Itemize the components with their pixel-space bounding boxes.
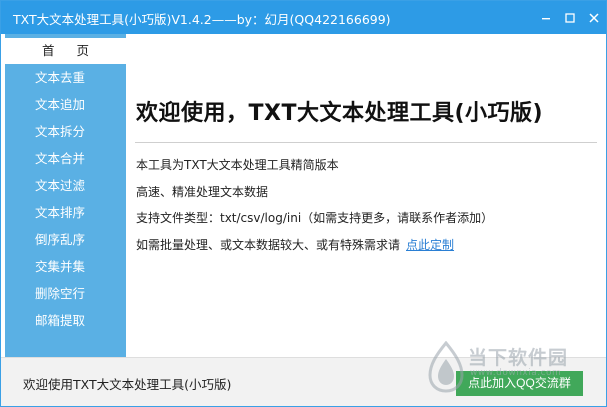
- sidebar-item-append[interactable]: 文本追加: [5, 91, 126, 118]
- sidebar-item-label: 文本追加: [35, 97, 86, 112]
- main-panel: 欢迎使用，TXT大文本处理工具(小巧版) 本工具为TXT大文本处理工具精简版本 …: [127, 34, 605, 357]
- custom-order-link[interactable]: 点此定制: [406, 238, 454, 252]
- minimize-icon: [542, 17, 550, 19]
- sidebar-item-label: 删除空行: [35, 286, 86, 301]
- sidebar-item-label: 邮箱提取: [35, 313, 86, 328]
- sidebar-item-home[interactable]: 首页: [5, 38, 126, 64]
- sidebar-item-label: 文本拆分: [35, 124, 86, 139]
- page-title: 欢迎使用，TXT大文本处理工具(小巧版): [136, 101, 544, 126]
- sidebar-item-label: 文本过滤: [35, 178, 86, 193]
- sidebar-item-dedupe[interactable]: 文本去重: [5, 64, 126, 91]
- custom-request-text: 如需批量处理、或文本数据较大、或有特殊需求请: [136, 238, 401, 252]
- sidebar-item-merge[interactable]: 文本合并: [5, 145, 126, 172]
- maximize-button[interactable]: [557, 1, 583, 34]
- sidebar-item-split[interactable]: 文本拆分: [5, 118, 126, 145]
- description-line: 支持文件类型：txt/csv/log/ini（如需支持更多，请联系作者添加）: [136, 211, 494, 225]
- maximize-icon: [565, 12, 575, 23]
- sidebar-item-label: 倒序乱序: [35, 232, 86, 247]
- description-line: 如需批量处理、或文本数据较大、或有特殊需求请 点此定制: [136, 236, 454, 253]
- join-qq-group-button[interactable]: 点此加入QQ交流群: [456, 371, 583, 396]
- app-window: TXT大文本处理工具(小巧版)V1.4.2——by：幻月(QQ422166699…: [0, 0, 607, 407]
- description-line: 本工具为TXT大文本处理工具精简版本: [136, 158, 339, 172]
- title-bar[interactable]: TXT大文本处理工具(小巧版)V1.4.2——by：幻月(QQ422166699…: [1, 1, 606, 34]
- sidebar-item-label: 文本合并: [35, 151, 86, 166]
- status-text: 欢迎使用TXT大文本处理工具(小巧版): [23, 377, 232, 392]
- description-line: 高速、精准处理文本数据: [136, 185, 269, 199]
- window-title: TXT大文本处理工具(小巧版)V1.4.2——by：幻月(QQ422166699…: [13, 12, 391, 27]
- divider: [135, 142, 597, 143]
- sidebar-item-extract-email[interactable]: 邮箱提取: [5, 307, 126, 334]
- sidebar-item-filter[interactable]: 文本过滤: [5, 172, 126, 199]
- sidebar-nav: 首页 文本去重 文本追加 文本拆分 文本合并 文本过滤 文本排序 倒序乱序 交集…: [5, 34, 126, 357]
- sidebar-item-intersect-union[interactable]: 交集并集: [5, 253, 126, 280]
- sidebar-item-label: 文本去重: [35, 70, 86, 85]
- close-button[interactable]: [581, 1, 607, 34]
- minimize-button[interactable]: [533, 1, 559, 34]
- sidebar-item-remove-blank-lines[interactable]: 删除空行: [5, 280, 126, 307]
- sidebar-item-reverse-shuffle[interactable]: 倒序乱序: [5, 226, 126, 253]
- close-icon: [589, 12, 599, 23]
- sidebar-item-label: 交集并集: [35, 259, 86, 274]
- sidebar-item-label: 文本排序: [35, 205, 86, 220]
- status-bar: 欢迎使用TXT大文本处理工具(小巧版) 点此加入QQ交流群: [1, 357, 606, 406]
- sidebar-item-label: 首页: [41, 43, 111, 58]
- sidebar-item-sort[interactable]: 文本排序: [5, 199, 126, 226]
